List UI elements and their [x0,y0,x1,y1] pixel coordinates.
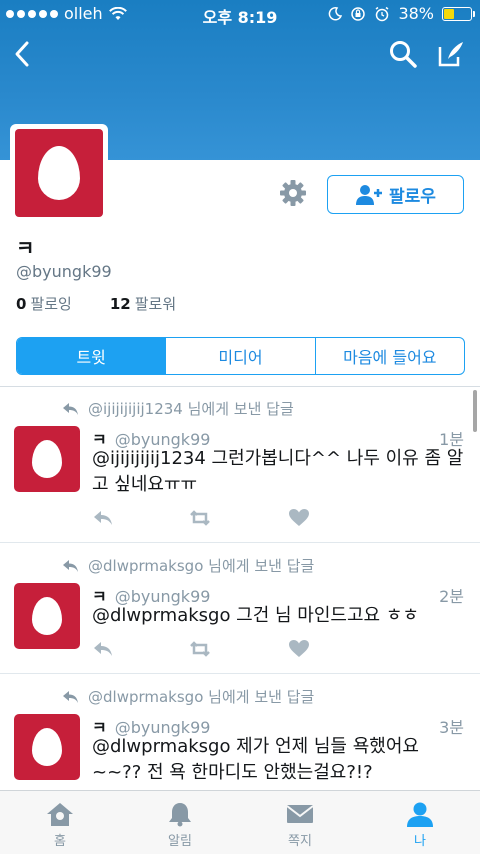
heart-icon[interactable] [288,639,310,659]
tabbar-item-home[interactable]: 홈 [0,791,120,854]
envelope-icon [286,805,314,823]
divider [0,542,480,543]
reply-icon [63,559,78,572]
follow-label: 팔로우 [389,187,436,207]
tweet-avatar[interactable] [14,583,80,649]
search-icon [390,41,417,68]
retweet-icon[interactable] [189,508,211,528]
tweet-actions [92,508,312,528]
tweet-text: @dlwprmaksgo 그건 님 마인드고요 ㅎㅎ [92,605,419,626]
default-egg-icon [32,597,62,635]
tab-tweets[interactable]: 트윗 [17,338,167,374]
tweet[interactable]: @ijijijijij1234 님에게 보낸 답글 ㅋ @byungk99 1분 … [0,396,480,542]
bottom-tab-bar: 홈 알림 쪽지 나 [0,790,480,854]
tabbar-item-notifications[interactable]: 알림 [120,791,240,854]
home-icon [47,803,73,826]
tweet-avatar[interactable] [14,714,80,780]
display-name: ㅋ [16,236,35,260]
tweet-actions [92,639,312,659]
profile-handle: @byungk99 [16,262,112,281]
tweet[interactable]: @dlwprmaksgo 님에게 보낸 답글 ㅋ @byungk99 3분 @dl… [0,684,480,790]
reply-context: @dlwprmaksgo 님에게 보낸 답글 [62,686,314,707]
profile-stats: 0 팔로잉 12 팔로워 [16,293,176,314]
following-stat[interactable]: 0 팔로잉 [16,293,72,314]
tweet-avatar[interactable] [14,426,80,492]
reply-context: @dlwprmaksgo 님에게 보낸 답글 [62,555,314,576]
tab-media[interactable]: 미디어 [166,338,316,374]
search-button[interactable] [385,36,421,72]
person-icon [407,802,433,827]
tabbar-item-messages[interactable]: 쪽지 [240,791,360,854]
reply-icon[interactable] [92,508,114,528]
tabbar-item-me[interactable]: 나 [360,791,480,854]
moon-icon [329,6,343,20]
divider [0,386,480,387]
profile-avatar[interactable] [10,124,108,222]
battery-icon [442,6,475,21]
reply-context: @ijijijijij1234 님에게 보낸 답글 [62,398,294,419]
default-egg-icon [32,728,62,766]
default-egg-icon [32,440,62,478]
heart-icon[interactable] [288,508,310,528]
reply-icon [63,402,78,415]
battery-percent: 38% [398,4,434,23]
rotation-lock-icon [351,6,366,21]
default-egg-icon [38,146,80,200]
divider [0,673,480,674]
chevron-left-icon [15,41,29,67]
reply-icon [63,690,78,703]
tweet-text: @dlwprmaksgo 제가 언제 님들 욕했어요~~?? 전 욕 한마디도 … [92,736,419,783]
compose-icon [438,42,463,67]
profile-tabs: 트윗 미디어 마음에 들어요 [16,337,465,375]
tab-likes[interactable]: 마음에 들어요 [316,338,464,374]
follow-button[interactable]: 팔로우 [327,175,464,214]
bell-icon [169,803,191,827]
back-button[interactable] [4,36,40,72]
tweet[interactable]: @dlwprmaksgo 님에게 보낸 답글 ㅋ @byungk99 2분 @dl… [0,553,480,673]
settings-button[interactable] [278,178,308,208]
followers-stat[interactable]: 12 팔로워 [110,293,176,314]
reply-icon[interactable] [92,639,114,659]
add-user-icon [356,184,383,205]
gear-icon [280,180,306,206]
retweet-icon[interactable] [189,639,211,659]
tweet-text: @ijijijijij1234 그런가봅니다^^ 나두 이유 좀 알고 싶네요ㅠ… [92,448,464,495]
alarm-icon [375,6,389,21]
status-bar: olleh 오후 8:19 38% [0,0,480,28]
compose-button[interactable] [433,36,469,72]
